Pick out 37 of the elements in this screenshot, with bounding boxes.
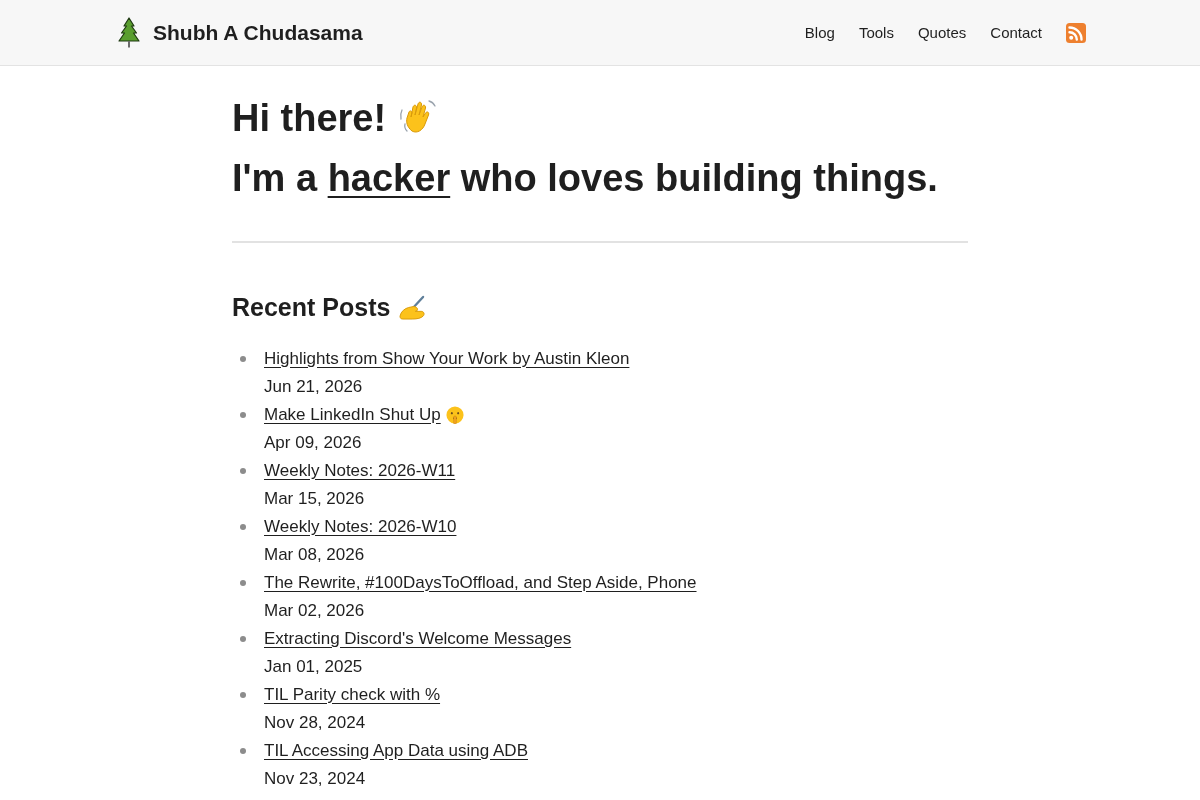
post-date: Jan 01, 2025 — [264, 656, 363, 678]
rss-feed-icon[interactable] — [1066, 22, 1086, 43]
nav-link[interactable]: Contact — [990, 24, 1042, 41]
post-date: Nov 23, 2024 — [264, 768, 366, 790]
bullet-icon — [240, 636, 246, 642]
bullet-icon — [240, 524, 246, 530]
nav-link[interactable]: Blog — [804, 24, 835, 41]
bullet-icon — [240, 356, 246, 362]
post-date: Mar 02, 2026 — [264, 600, 365, 622]
post-link[interactable]: Weekly Notes: 2026-W11 — [264, 459, 456, 483]
post-link[interactable]: Extracting Discord's Welcome Messages — [264, 627, 572, 651]
post-date: Mar 15, 2026 — [264, 488, 365, 510]
post-link[interactable]: TIL Accessing App Data using ADB — [264, 739, 528, 763]
post-date: Jun 21, 2026 — [264, 376, 363, 398]
post-date: Apr 09, 2026 — [264, 432, 362, 454]
section-heading: Recent Posts — [232, 292, 391, 323]
post-date: Mar 08, 2026 — [264, 544, 365, 566]
nav-link[interactable]: Tools — [858, 24, 894, 41]
hacker-link[interactable]: hacker — [327, 157, 451, 199]
post-link[interactable]: Make LinkedIn Shut Up — [264, 403, 464, 427]
bullet-icon — [240, 748, 246, 754]
post-link[interactable]: TIL Parity check with % — [264, 683, 441, 707]
greeting-heading: Hi there! — [232, 96, 387, 141]
bullet-icon — [240, 580, 246, 586]
tagline-heading: I'm a hacker who loves building things. — [232, 156, 939, 201]
post-link[interactable]: The Rewrite, #100DaysToOffload, and Step Aside, Phone — [264, 571, 697, 595]
site-name-link[interactable]: Shubh A Chudasama — [153, 20, 363, 45]
pine-tree-icon — [118, 17, 140, 48]
bullet-icon — [240, 692, 246, 698]
post-link[interactable]: Highlights from Show Your Work by Austin Kleon — [264, 347, 630, 371]
writing-hand-icon — [398, 294, 428, 320]
post-date: Nov 28, 2024 — [264, 712, 366, 734]
shushing-face-icon — [445, 406, 464, 424]
post-link[interactable]: Weekly Notes: 2026-W10 — [264, 515, 457, 539]
bullet-icon — [240, 468, 246, 474]
bullet-icon — [240, 412, 246, 418]
nav-link[interactable]: Quotes — [917, 24, 967, 41]
